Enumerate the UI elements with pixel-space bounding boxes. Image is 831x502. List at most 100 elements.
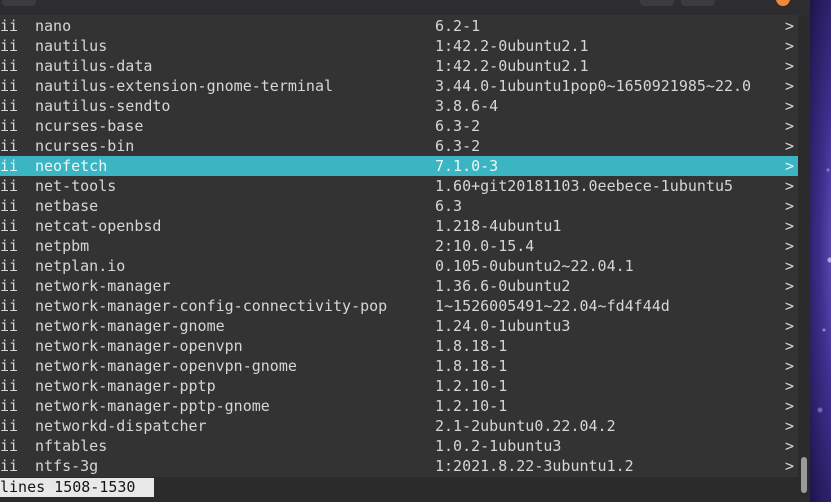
package-version: 6.3-2 bbox=[435, 117, 481, 135]
package-name: nautilus-extension-gnome-terminal bbox=[35, 77, 334, 95]
package-row[interactable]: ii ntfs-3g 1:2021.8.22-3ubuntu1.2 > bbox=[0, 456, 798, 476]
package-status: ii bbox=[0, 317, 19, 335]
truncation-marker: > bbox=[785, 157, 795, 175]
package-row[interactable]: ii nautilus 1:42.2-0ubuntu2.1 > bbox=[0, 36, 798, 56]
package-row[interactable]: ii ncurses-base 6.3-2 > bbox=[0, 116, 798, 136]
package-row[interactable]: ii nano 6.2-1 > bbox=[0, 16, 798, 36]
package-version: 7.1.0-3 bbox=[435, 157, 499, 175]
package-version: 6.3 bbox=[435, 197, 463, 215]
terminal-window: ii nano 6.2-1 > ii nautilus 1:42.2-0ubuntu2.1 >… bbox=[0, 0, 810, 502]
package-row[interactable]: ii netcat-openbsd 1.218-4ubuntu1 > bbox=[0, 216, 798, 236]
package-status: ii bbox=[0, 337, 19, 355]
package-name: nautilus-sendto bbox=[35, 97, 171, 115]
truncation-marker: > bbox=[785, 317, 795, 335]
truncation-marker: > bbox=[785, 97, 795, 115]
package-status: ii bbox=[0, 77, 19, 95]
truncation-marker: > bbox=[785, 117, 795, 135]
package-status: ii bbox=[0, 377, 19, 395]
package-version: 2.1-2ubuntu0.22.04.2 bbox=[435, 417, 616, 435]
terminal-output[interactable]: ii nano 6.2-1 > ii nautilus 1:42.2-0ubuntu2.1 >… bbox=[0, 15, 798, 477]
package-version: 1.8.18-1 bbox=[435, 337, 508, 355]
truncation-marker: > bbox=[785, 397, 795, 415]
package-version: 1:42.2-0ubuntu2.1 bbox=[435, 37, 589, 55]
package-version: 3.44.0-1ubuntu1pop0~1650921985~22.0 bbox=[435, 77, 752, 95]
truncation-marker: > bbox=[785, 357, 795, 375]
package-status: ii bbox=[0, 297, 19, 315]
truncation-marker: > bbox=[785, 377, 795, 395]
menu-button[interactable] bbox=[2, 0, 36, 6]
window-titlebar bbox=[0, 0, 810, 15]
package-row[interactable]: ii network-manager-pptp-gnome 1.2.10-1 > bbox=[0, 396, 798, 416]
package-row[interactable]: ii neofetch 7.1.0-3 > bbox=[0, 156, 798, 176]
package-version: 6.2-1 bbox=[435, 17, 481, 35]
truncation-marker: > bbox=[785, 217, 795, 235]
status-lines-indicator: lines 1508-1530 bbox=[0, 478, 154, 497]
package-version: 1.218-4ubuntu1 bbox=[435, 217, 562, 235]
package-status: ii bbox=[0, 157, 19, 175]
package-status: ii bbox=[0, 197, 19, 215]
package-status: ii bbox=[0, 17, 19, 35]
package-version: 0.105-0ubuntu2~22.04.1 bbox=[435, 257, 634, 275]
package-row[interactable]: ii nftables 1.0.2-1ubuntu3 > bbox=[0, 436, 798, 456]
package-row[interactable]: ii netpbm 2:10.0-15.4 > bbox=[0, 236, 798, 256]
package-row[interactable]: ii ncurses-bin 6.3-2 > bbox=[0, 136, 798, 156]
truncation-marker: > bbox=[785, 337, 795, 355]
truncation-marker: > bbox=[785, 437, 795, 455]
minimize-button[interactable] bbox=[640, 0, 674, 6]
package-name: network-manager-pptp bbox=[35, 377, 216, 395]
scrollbar-track[interactable] bbox=[798, 15, 810, 497]
package-version: 1.8.18-1 bbox=[435, 357, 508, 375]
truncation-marker: > bbox=[785, 137, 795, 155]
package-row[interactable]: ii netplan.io 0.105-0ubuntu2~22.04.1 > bbox=[0, 256, 798, 276]
package-status: ii bbox=[0, 137, 19, 155]
package-version: 1.2.10-1 bbox=[435, 397, 508, 415]
package-row[interactable]: ii networkd-dispatcher 2.1-2ubuntu0.22.04.… bbox=[0, 416, 798, 436]
package-name: nano bbox=[35, 17, 72, 35]
package-status: ii bbox=[0, 257, 19, 275]
desktop-wallpaper bbox=[810, 0, 831, 502]
package-row[interactable]: ii net-tools 1.60+git20181103.0eebece-1ubu… bbox=[0, 176, 798, 196]
truncation-marker: > bbox=[785, 297, 795, 315]
package-status: ii bbox=[0, 357, 19, 375]
package-name: network-manager-openvpn-gnome bbox=[35, 357, 297, 375]
package-name: network-manager-gnome bbox=[35, 317, 225, 335]
package-status: ii bbox=[0, 237, 19, 255]
truncation-marker: > bbox=[785, 457, 795, 475]
maximize-button[interactable] bbox=[681, 0, 715, 6]
package-name: netplan.io bbox=[35, 257, 126, 275]
package-name: net-tools bbox=[35, 177, 117, 195]
package-version: 1.0.2-1ubuntu3 bbox=[435, 437, 562, 455]
package-version: 1.36.6-0ubuntu2 bbox=[435, 277, 571, 295]
package-row[interactable]: ii network-manager-config-connectivity-po… bbox=[0, 296, 798, 316]
package-version: 3.8.6-4 bbox=[435, 97, 499, 115]
package-row[interactable]: ii network-manager 1.36.6-0ubuntu2 > bbox=[0, 276, 798, 296]
package-row[interactable]: ii netbase 6.3 > bbox=[0, 196, 798, 216]
package-name: nautilus bbox=[35, 37, 108, 55]
package-row[interactable]: ii network-manager-openvpn 1.8.18-1 > bbox=[0, 336, 798, 356]
truncation-marker: > bbox=[785, 77, 795, 95]
package-row[interactable]: ii network-manager-gnome 1.24.0-1ubuntu3 > bbox=[0, 316, 798, 336]
truncation-marker: > bbox=[785, 417, 795, 435]
close-button[interactable] bbox=[776, 0, 790, 6]
package-status: ii bbox=[0, 57, 19, 75]
package-name: network-manager-config-connectivity-pop bbox=[35, 297, 388, 315]
package-status: ii bbox=[0, 117, 19, 135]
package-version: 1:2021.8.22-3ubuntu1.2 bbox=[435, 457, 634, 475]
package-name: networkd-dispatcher bbox=[35, 417, 207, 435]
package-row[interactable]: ii nautilus-extension-gnome-terminal 3.44.… bbox=[0, 76, 798, 96]
package-row[interactable]: ii network-manager-pptp 1.2.10-1 > bbox=[0, 376, 798, 396]
truncation-marker: > bbox=[785, 237, 795, 255]
package-row[interactable]: ii nautilus-sendto 3.8.6-4 > bbox=[0, 96, 798, 116]
truncation-marker: > bbox=[785, 197, 795, 215]
package-name: network-manager bbox=[35, 277, 171, 295]
truncation-marker: > bbox=[785, 257, 795, 275]
scrollbar-thumb[interactable] bbox=[801, 457, 807, 493]
package-name: neofetch bbox=[35, 157, 108, 175]
package-status: ii bbox=[0, 457, 19, 475]
package-name: network-manager-pptp-gnome bbox=[35, 397, 270, 415]
package-name: nautilus-data bbox=[35, 57, 153, 75]
package-row[interactable]: ii nautilus-data 1:42.2-0ubuntu2.1 > bbox=[0, 56, 798, 76]
package-row[interactable]: ii network-manager-openvpn-gnome 1.8.18-1 > bbox=[0, 356, 798, 376]
package-version: 1.2.10-1 bbox=[435, 377, 508, 395]
package-status: ii bbox=[0, 277, 19, 295]
